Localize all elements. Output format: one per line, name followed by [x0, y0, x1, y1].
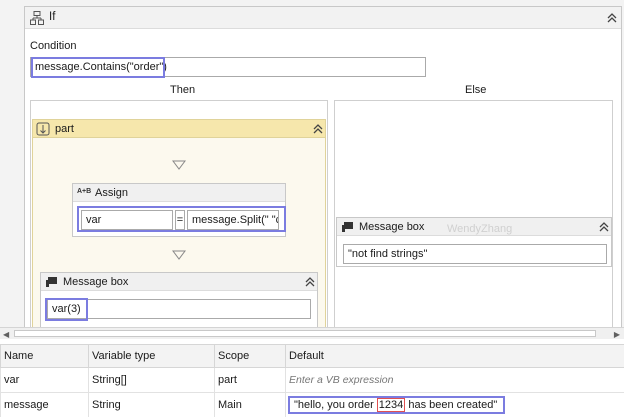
default-placeholder: Enter a VB expression: [289, 374, 394, 386]
assign-highlight: [77, 206, 286, 232]
column-header-variable-type[interactable]: Variable type: [88, 344, 215, 368]
column-header-name[interactable]: Name: [0, 344, 89, 368]
condition-highlight: [31, 57, 165, 78]
variable-name-cell[interactable]: message: [0, 392, 89, 417]
sequence-title: part: [55, 123, 74, 135]
message-box-icon: [342, 222, 353, 232]
then-message-box-title: Message box: [63, 276, 129, 288]
then-message-highlight: [45, 298, 88, 321]
drop-indicator-icon[interactable]: [172, 160, 186, 170]
sequence-icon: [36, 122, 50, 136]
if-activity-icon: [30, 11, 44, 25]
variable-scope-cell[interactable]: Main: [214, 392, 286, 417]
then-label: Then: [170, 84, 196, 96]
default-value-number: 1234: [376, 398, 406, 412]
column-header-scope[interactable]: Scope: [214, 344, 286, 368]
then-message-box-header: Message box: [41, 273, 317, 291]
horizontal-scrollbar[interactable]: ◀ ▶: [0, 327, 624, 339]
default-value-before: "hello, you order: [294, 399, 377, 411]
variable-scope-cell[interactable]: part: [214, 367, 286, 393]
else-label: Else: [465, 84, 487, 96]
variable-type-cell[interactable]: String: [88, 392, 215, 417]
else-branch[interactable]: [334, 100, 613, 327]
collapse-if-icon[interactable]: [606, 12, 618, 24]
scroll-left-icon[interactable]: ◀: [3, 330, 9, 339]
workflow-designer: If Condition message.Contains("order") T…: [0, 0, 624, 327]
variable-name-cell[interactable]: var: [0, 367, 89, 393]
collapse-message-box-icon[interactable]: [304, 276, 316, 288]
message-box-icon: [46, 277, 57, 287]
scroll-right-icon[interactable]: ▶: [614, 330, 620, 339]
collapse-sequence-icon[interactable]: [312, 123, 324, 135]
else-message-box-title: Message box: [359, 221, 425, 233]
variables-panel: Name Variable type Scope Default var Str…: [0, 344, 624, 417]
else-message-text-field[interactable]: "not find strings": [343, 244, 607, 264]
watermark: WendyZhang: [447, 223, 513, 235]
variables-header-row: Name Variable type Scope Default: [0, 344, 624, 368]
column-header-default[interactable]: Default: [285, 344, 624, 368]
table-row[interactable]: message String Main "hello, you order 12…: [0, 392, 624, 417]
assign-title: Assign: [95, 187, 129, 199]
scroll-thumb[interactable]: [14, 330, 596, 337]
variables-table: Name Variable type Scope Default var Str…: [0, 344, 624, 417]
sequence-header: part: [33, 120, 325, 138]
else-message-text: "not find strings": [348, 248, 428, 260]
default-value-highlight: "hello, you order 1234 has been created": [288, 396, 506, 414]
variable-type-cell[interactable]: String[]: [88, 367, 215, 393]
if-header: If: [25, 7, 621, 29]
drop-indicator-icon[interactable]: [172, 250, 186, 260]
assign-icon: A+B: [77, 188, 92, 195]
collapse-message-box-icon[interactable]: [598, 221, 610, 233]
condition-label: Condition: [30, 40, 77, 52]
assign-header: A+B Assign: [73, 184, 285, 202]
variable-default-cell[interactable]: "hello, you order 1234 has been created": [285, 392, 624, 417]
default-value-after: has been created": [405, 399, 498, 411]
if-title: If: [49, 11, 56, 23]
table-row[interactable]: var String[] part Enter a VB expression: [0, 367, 624, 393]
variable-default-cell[interactable]: Enter a VB expression: [285, 367, 624, 393]
